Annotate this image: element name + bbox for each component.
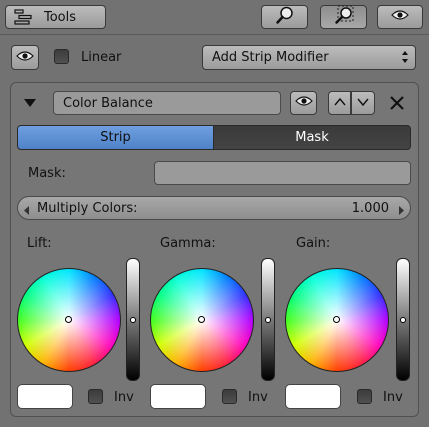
gain-wheel-cursor xyxy=(333,316,340,323)
gamma-value-slider[interactable] xyxy=(261,258,275,381)
modifier-name: Color Balance xyxy=(63,95,153,111)
lift-inv-label: Inv xyxy=(114,390,134,405)
gain-inv-checkbox[interactable] xyxy=(357,389,372,404)
lift-label: Lift: xyxy=(27,236,52,251)
lift-color-wheel[interactable] xyxy=(17,268,121,372)
zoom-border-button[interactable] xyxy=(320,5,367,29)
linear-checkbox[interactable] xyxy=(54,49,69,64)
modifier-name-field[interactable]: Color Balance xyxy=(53,91,281,115)
gain-color-swatch[interactable] xyxy=(285,384,341,409)
tab-mask[interactable]: Mask xyxy=(213,125,411,150)
tab-mask-label: Mask xyxy=(295,130,329,145)
eye-icon xyxy=(294,95,313,111)
move-down-button[interactable] xyxy=(351,91,375,115)
add-strip-modifier-dropdown[interactable]: Add Strip Modifier xyxy=(202,45,416,70)
gain-slider-knob[interactable] xyxy=(400,317,406,323)
tab-strip-label: Strip xyxy=(100,130,131,145)
close-icon[interactable] xyxy=(389,95,405,115)
modifiers-visibility-button[interactable] xyxy=(11,45,39,70)
multiply-colors-slider[interactable]: Multiply Colors: 1.000 xyxy=(17,196,411,220)
mask-field[interactable] xyxy=(154,161,411,185)
arrow-up-icon xyxy=(333,96,346,111)
gain-value-slider[interactable] xyxy=(396,258,410,381)
tools-toggle-icon xyxy=(14,9,34,25)
gamma-color-wheel[interactable] xyxy=(150,268,254,372)
tab-strip[interactable]: Strip xyxy=(17,125,214,150)
lift-inv-checkbox[interactable] xyxy=(88,389,103,404)
gamma-inv-checkbox[interactable] xyxy=(222,389,237,404)
mask-label: Mask: xyxy=(28,166,66,181)
lift-value-slider[interactable] xyxy=(126,258,140,381)
gamma-inv-label: Inv xyxy=(248,390,268,405)
zoom-border-icon xyxy=(333,5,355,29)
zoom-icon xyxy=(275,5,295,29)
increment-arrow-icon[interactable] xyxy=(398,204,404,219)
gain-inv-label: Inv xyxy=(383,390,403,405)
gamma-slider-knob[interactable] xyxy=(265,317,271,323)
collapse-triangle-icon[interactable] xyxy=(23,97,37,112)
eye-icon xyxy=(391,9,409,25)
tools-button-label: Tools xyxy=(44,9,77,25)
eye-icon xyxy=(16,50,34,66)
multiply-colors-label: Multiply Colors: xyxy=(37,201,138,216)
multiply-colors-value: 1.000 xyxy=(351,201,389,216)
gamma-label: Gamma: xyxy=(160,236,216,251)
updown-arrow-icon xyxy=(401,49,409,69)
decrement-arrow-icon[interactable] xyxy=(24,204,30,219)
gain-color-wheel[interactable] xyxy=(285,268,389,372)
tools-button[interactable]: Tools xyxy=(5,5,106,29)
zoom-button[interactable] xyxy=(261,5,308,29)
lift-slider-knob[interactable] xyxy=(130,317,136,323)
add-strip-modifier-label: Add Strip Modifier xyxy=(212,50,329,65)
gamma-color-swatch[interactable] xyxy=(150,384,206,409)
linear-label: Linear xyxy=(81,50,122,65)
move-up-button[interactable] xyxy=(328,91,351,115)
header-divider xyxy=(0,34,429,35)
lift-color-swatch[interactable] xyxy=(17,384,73,409)
modifier-visibility-button[interactable] xyxy=(290,91,317,115)
arrow-down-icon xyxy=(357,96,369,111)
gamma-wheel-cursor xyxy=(198,316,205,323)
lift-wheel-cursor xyxy=(65,316,72,323)
gain-label: Gain: xyxy=(296,236,331,251)
header-eye-button[interactable] xyxy=(377,5,423,29)
